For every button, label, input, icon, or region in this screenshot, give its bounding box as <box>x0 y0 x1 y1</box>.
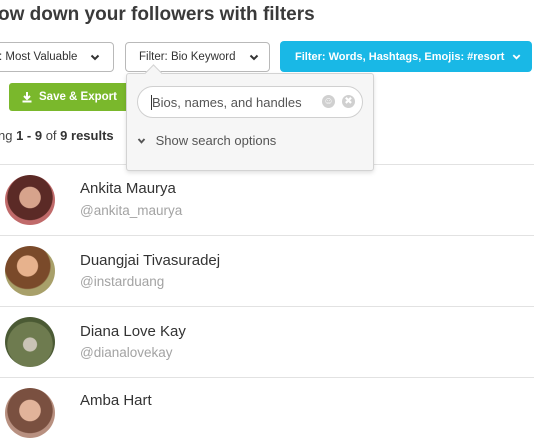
follower-name[interactable]: Ankita Maurya <box>80 180 176 197</box>
sort-dropdown[interactable]: : Most Valuable <box>0 42 114 72</box>
save-export-label: Save & Export <box>39 91 117 103</box>
bio-keyword-filter-label: Filter: Bio Keyword <box>139 51 236 63</box>
follower-name[interactable]: Duangjai Tivasuradej <box>80 252 220 269</box>
page-heading: ow down your followers with filters <box>0 4 315 25</box>
avatar[interactable] <box>5 246 55 296</box>
words-hashtags-filter-button[interactable]: Filter: Words, Hashtags, Emojis: #resort <box>280 41 532 72</box>
show-search-options-label: Show search options <box>155 133 277 148</box>
follower-handle: @ankita_maurya <box>80 203 183 218</box>
words-hashtags-filter-label: Filter: Words, Hashtags, Emojis: #resort <box>295 50 505 63</box>
avatar[interactable] <box>5 317 55 367</box>
chevron-down-icon <box>137 138 146 144</box>
avatar[interactable] <box>5 175 55 225</box>
follower-name[interactable]: Diana Love Kay <box>80 323 186 340</box>
chevron-down-icon <box>249 54 258 61</box>
follower-row[interactable]: Duangjai Tivasuradej @instarduang <box>0 236 534 306</box>
clear-icon[interactable]: ✖ <box>342 95 355 108</box>
sort-dropdown-label: : Most Valuable <box>0 51 78 63</box>
follower-handle: @instarduang <box>80 274 165 289</box>
results-prefix: ng <box>0 128 13 143</box>
bio-keyword-filter-button[interactable]: Filter: Bio Keyword <box>125 42 270 72</box>
chevron-down-icon <box>513 54 521 60</box>
follower-row[interactable]: Amba Hart <box>0 378 534 448</box>
results-of: of <box>42 128 61 143</box>
emoji-icon[interactable]: ☺ <box>322 95 335 108</box>
results-total: 9 results <box>60 128 114 143</box>
show-search-options-toggle[interactable]: Show search options <box>137 133 276 148</box>
chevron-down-icon <box>91 54 100 61</box>
bio-search-field[interactable]: ☺ ✖ <box>137 86 363 118</box>
follower-row[interactable]: Diana Love Kay @dianalovekay <box>0 307 534 377</box>
bio-search-input[interactable] <box>152 87 312 117</box>
bio-keyword-popover: ☺ ✖ Show search options <box>126 64 374 171</box>
follower-row[interactable]: Ankita Maurya @ankita_maurya <box>0 165 534 235</box>
avatar[interactable] <box>5 388 55 438</box>
results-range: 1 - 9 <box>16 128 43 143</box>
results-count: ng 1 - 9 of 9 results <box>0 128 114 143</box>
download-icon <box>22 92 32 103</box>
follower-name[interactable]: Amba Hart <box>80 392 152 409</box>
follower-handle: @dianalovekay <box>80 345 173 360</box>
save-export-button[interactable]: Save & Export <box>9 83 133 111</box>
